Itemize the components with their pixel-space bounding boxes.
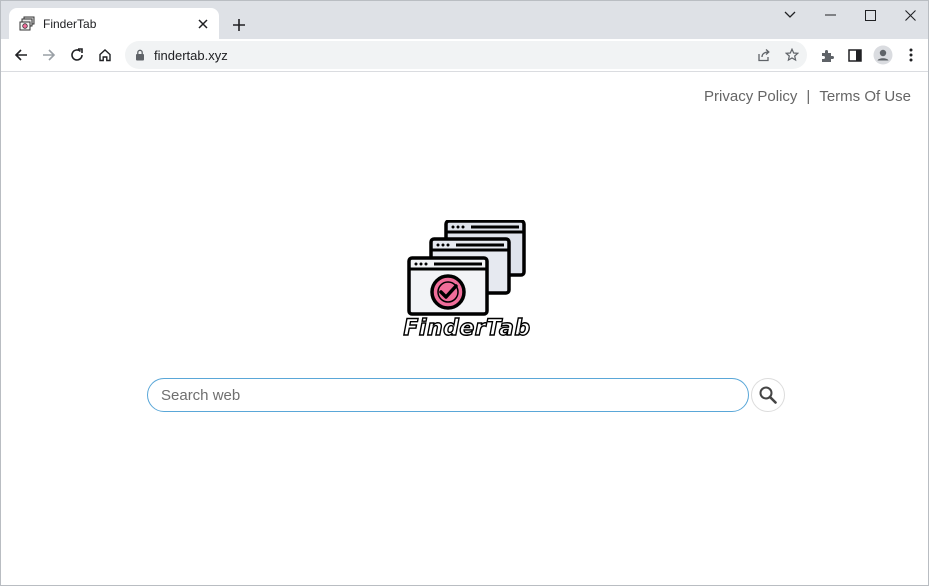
- privacy-policy-link[interactable]: Privacy Policy: [704, 88, 797, 105]
- url-text: findertab.xyz: [154, 47, 228, 63]
- search-icon: [759, 386, 777, 404]
- findertab-favicon-icon: [19, 16, 35, 32]
- tab-close-icon[interactable]: [193, 14, 213, 34]
- link-separator: |: [806, 88, 811, 105]
- brand-name: FinderTab: [403, 315, 531, 341]
- chevron-down-icon[interactable]: [777, 5, 803, 25]
- tab-strip: FinderTab: [1, 1, 928, 39]
- terms-of-use-link[interactable]: Terms Of Use: [819, 88, 911, 105]
- search-button[interactable]: [751, 378, 785, 412]
- minimize-icon[interactable]: [817, 5, 843, 25]
- browser-toolbar: findertab.xyz: [1, 39, 928, 72]
- tab-findertab[interactable]: FinderTab: [9, 8, 219, 39]
- share-icon[interactable]: [753, 45, 775, 65]
- new-tab-icon[interactable]: [229, 15, 249, 35]
- page-content: Privacy Policy | Terms Of Use FinderTab …: [1, 72, 928, 585]
- home-icon[interactable]: [93, 43, 117, 67]
- maximize-icon[interactable]: [857, 5, 883, 25]
- search-input[interactable]: [147, 378, 749, 412]
- menu-icon[interactable]: [899, 43, 923, 67]
- extensions-icon[interactable]: [815, 43, 839, 67]
- close-icon[interactable]: [897, 5, 923, 25]
- reload-icon[interactable]: [65, 43, 89, 67]
- address-bar[interactable]: findertab.xyz: [125, 41, 807, 69]
- star-icon[interactable]: [781, 45, 803, 65]
- top-links: Privacy Policy | Terms Of Use: [704, 88, 911, 105]
- browser-window: FinderTab findertab.xyz Privacy Policy |…: [0, 0, 929, 586]
- side-panel-icon[interactable]: [843, 43, 867, 67]
- back-icon[interactable]: [9, 43, 33, 67]
- forward-icon[interactable]: [37, 43, 61, 67]
- tab-title: FinderTab: [43, 16, 97, 31]
- lock-icon[interactable]: [135, 49, 145, 61]
- profile-icon[interactable]: [871, 43, 895, 67]
